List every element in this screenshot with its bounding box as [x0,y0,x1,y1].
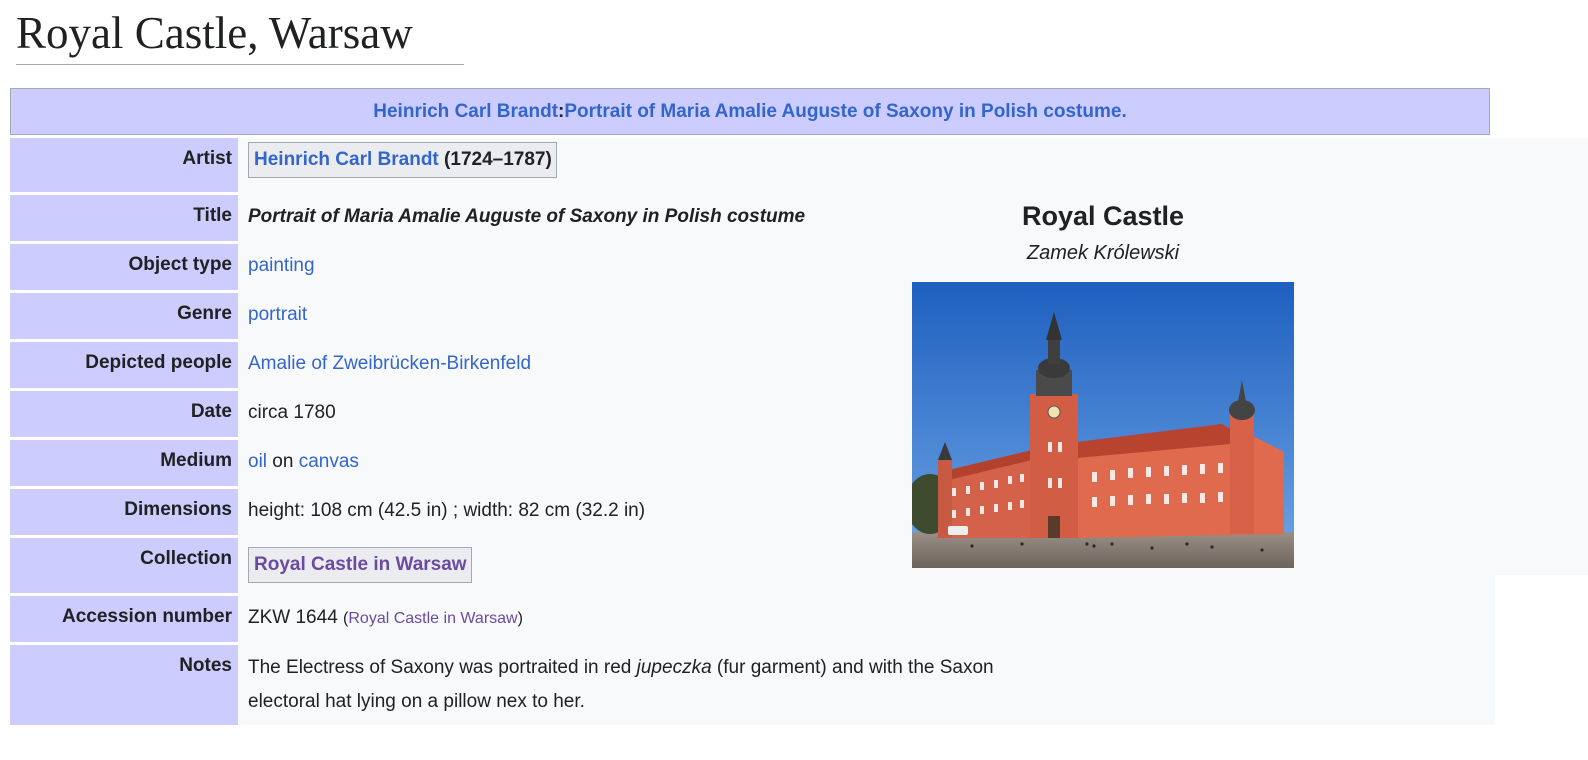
institution-name: Royal Castle [1021,201,1185,231]
row-label: Dimensions [10,489,238,535]
medium-canvas-link[interactable]: canvas [299,451,359,472]
row-value: painting [248,244,315,277]
row-value: Royal Castle in Warsaw [248,538,472,583]
row-value: portrait [248,293,307,326]
collection-box: Royal Castle in Warsaw [248,547,472,583]
row-label: Notes [10,645,238,725]
row-value: oil on canvas [248,440,359,473]
institution-box: Royal Castle Zamek Królewski [912,198,1294,568]
header-title-link[interactable]: Portrait of Maria Amalie Auguste of Saxo… [564,101,1126,123]
collection-link[interactable]: Royal Castle in Warsaw [254,554,467,575]
page-title: Royal Castle, Warsaw [16,6,464,65]
notes-text-line2: electoral hat lying on a pillow nex to h… [248,691,585,712]
row-label: Date [10,391,238,437]
row-label: Accession number [10,596,238,642]
row-value: Amalie of Zweibrücken-Birkenfeld [248,342,531,375]
accession-value: ZKW 1644 [248,607,344,628]
paren-close: ) [517,610,523,627]
row-label: Collection [10,538,238,593]
dimensions-value: height: 108 cm (42.5 in) ; width: 82 cm … [248,500,646,521]
row-value: Heinrich Carl Brandt (1724–1787) [248,138,557,178]
row-accession-number: Accession number ZKW 1644 (Royal Castle … [10,596,1490,642]
artwork-title-value: Portrait of Maria Amalie Auguste of Saxo… [248,206,806,227]
row-label: Medium [10,440,238,486]
medium-oil-link[interactable]: oil [248,451,267,472]
info-panel-background-right [1490,138,1588,575]
artist-dates: (1724–1787) [438,149,552,170]
row-label: Object type [10,244,238,290]
royal-castle-photo[interactable] [912,282,1294,568]
date-value: circa 1780 [248,402,336,423]
row-notes: Notes The Electress of Saxony was portra… [10,645,1490,725]
genre-link[interactable]: portrait [248,304,307,325]
notes-italic-term: jupeczka [636,657,712,678]
row-value: ZKW 1644 (Royal Castle in Warsaw) [248,596,523,629]
row-label: Title [10,195,238,241]
notes-text-part1: The Electress of Saxony was portraited i… [248,657,637,678]
notes-value: The Electress of Saxony was portraited i… [248,645,994,719]
notes-text-part2: (fur garment) and with the Saxon [711,657,994,678]
creator-box: Heinrich Carl Brandt (1724–1787) [248,142,557,178]
medium-on-text: on [267,451,299,472]
row-label: Genre [10,293,238,339]
row-label: Depicted people [10,342,238,388]
row-label: Artist [10,138,238,192]
object-type-link[interactable]: painting [248,255,315,276]
artist-link[interactable]: Heinrich Carl Brandt [254,149,439,170]
depicted-person-link[interactable]: Amalie of Zweibrücken-Birkenfeld [248,353,531,374]
row-artist: Artist Heinrich Carl Brandt (1724–1787) [10,138,1490,192]
institution-native-name: Zamek Królewski [1026,242,1180,264]
header-artist-link[interactable]: Heinrich Carl Brandt [373,101,558,123]
accession-collection-link[interactable]: Royal Castle in Warsaw [348,610,517,627]
artwork-header: Heinrich Carl Brandt : Portrait of Maria… [10,88,1490,135]
